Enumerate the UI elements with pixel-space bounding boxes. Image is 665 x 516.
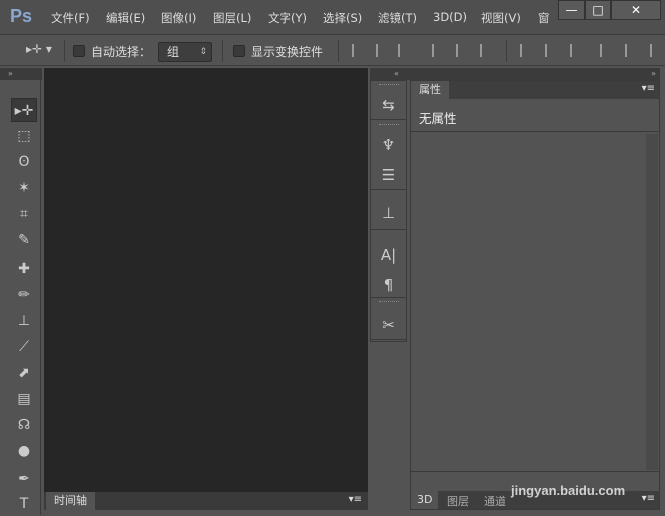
tab-layers[interactable]: 图层 <box>447 493 469 509</box>
collapse-icon: « <box>394 69 399 78</box>
properties-content: 无属性 <box>419 111 457 126</box>
show-transform-checkbox[interactable] <box>233 45 245 57</box>
menu-image[interactable]: 图像(I) <box>161 10 196 26</box>
move-tool-preset-icon[interactable]: ▸✛ ▾ <box>26 42 52 56</box>
menu-layer[interactable]: 图层(L) <box>213 10 251 26</box>
tab-channels[interactable]: 通道 <box>484 493 506 509</box>
maximize-button[interactable]: □ <box>585 0 611 20</box>
menu-select[interactable]: 选择(S) <box>323 10 362 26</box>
tool-7-icon[interactable]: ✏ <box>11 283 37 307</box>
divider <box>506 40 507 62</box>
chevron-updown-icon: ⇕ <box>199 47 207 57</box>
tool-15-icon[interactable]: T <box>11 492 37 516</box>
tab-3d[interactable]: 3D <box>411 491 439 509</box>
brush-presets-icon[interactable]: ♆ <box>371 131 406 159</box>
watermark: jingyan.baidu.com <box>511 483 626 498</box>
tab-properties[interactable]: 属性 <box>411 81 449 99</box>
menu-file[interactable]: 文件(F) <box>51 10 90 26</box>
character-icon[interactable]: A| <box>371 241 406 269</box>
tool-3-icon[interactable]: ✶ <box>11 176 37 200</box>
align-top-icon[interactable] <box>352 44 364 57</box>
tool-9-icon[interactable]: ⟋ <box>11 335 37 359</box>
auto-select-label: 自动选择： <box>91 45 152 59</box>
distribute-hcenter-icon[interactable] <box>625 44 637 57</box>
divider <box>371 119 406 120</box>
divider <box>371 339 406 340</box>
divider <box>411 131 659 132</box>
menu-3d[interactable]: 3D(D) <box>433 10 467 24</box>
align-right-icon[interactable] <box>480 44 492 57</box>
tool-8-icon[interactable]: ⊥ <box>11 309 37 333</box>
divider <box>222 40 223 62</box>
panel-grip[interactable] <box>379 84 399 87</box>
align-hcenter-icon[interactable] <box>456 44 468 57</box>
tool-12-icon[interactable]: ☊ <box>11 413 37 437</box>
document-area[interactable] <box>44 68 368 492</box>
tool-0-icon[interactable]: ▸✛ <box>11 98 37 122</box>
panel-menu-icon[interactable]: ▾≡ <box>349 494 362 505</box>
properties-panel: 属性 ▾≡ 无属性 3D 图层 通道 ▾≡ jingyan.baidu.com <box>410 80 660 510</box>
align-bottom-icon[interactable] <box>398 44 410 57</box>
minimize-button[interactable]: — <box>558 0 585 20</box>
menu-edit[interactable]: 编辑(E) <box>106 10 145 26</box>
align-left-icon[interactable] <box>432 44 444 57</box>
panels-collapse-bar[interactable]: «» <box>370 68 660 80</box>
tool-4-icon[interactable]: ⌗ <box>11 202 37 226</box>
tools-panel: ▸✛ ⬚ ʘ ✶ ⌗ ✎ ✚ ✏ ⊥ ⟋ ⬈ ▤ ☊ ● ✒ T <box>8 80 41 515</box>
panel-icon-strip: ⇆ ♆ ☰ ⊥ A| ¶ ✂ <box>370 80 407 342</box>
auto-select-dropdown[interactable]: 组 ⇕ <box>158 42 212 62</box>
divider <box>64 40 65 62</box>
panel-menu-icon[interactable]: ▾≡ <box>642 493 655 504</box>
tool-1-icon[interactable]: ⬚ <box>11 124 37 148</box>
menu-window[interactable]: 窗 <box>538 10 550 26</box>
menu-type[interactable]: 文字(Y) <box>268 10 307 26</box>
auto-select-checkbox[interactable] <box>73 45 85 57</box>
tab-timeline[interactable]: 时间轴 <box>46 492 95 510</box>
distribute-right-icon[interactable] <box>650 44 662 57</box>
panel-grip[interactable] <box>379 124 399 127</box>
divider <box>371 189 406 190</box>
distribute-bottom-icon[interactable] <box>570 44 582 57</box>
tools-collapse-bar[interactable]: » <box>0 68 42 80</box>
tool-5-icon[interactable]: ✎ <box>11 228 37 252</box>
adjustments-icon[interactable]: ☰ <box>371 161 406 189</box>
distribute-vcenter-icon[interactable] <box>545 44 557 57</box>
divider <box>338 40 339 62</box>
menu-view[interactable]: 视图(V) <box>481 10 521 26</box>
panel-menu-icon[interactable]: ▾≡ <box>642 83 655 94</box>
dropdown-value: 组 <box>167 45 180 59</box>
timeline-panel: 时间轴 ▾≡ <box>44 492 368 510</box>
panel-grip[interactable] <box>379 301 399 304</box>
tool-presets-icon[interactable]: ✂ <box>371 311 406 339</box>
expand-icon: » <box>8 69 13 78</box>
distribute-top-icon[interactable] <box>520 44 532 57</box>
align-vcenter-icon[interactable] <box>376 44 388 57</box>
close-button[interactable]: ✕ <box>611 0 661 20</box>
divider <box>371 229 406 230</box>
tool-13-icon[interactable]: ● <box>11 439 37 463</box>
tool-11-icon[interactable]: ▤ <box>11 387 37 411</box>
tool-6-icon[interactable]: ✚ <box>11 257 37 281</box>
history-icon[interactable]: ⇆ <box>371 91 406 119</box>
scrollbar[interactable] <box>646 134 658 470</box>
show-transform-label: 显示变换控件 <box>251 45 324 59</box>
expand-icon: » <box>651 69 656 78</box>
menu-bar: Ps 文件(F) 编辑(E) 图像(I) 图层(L) 文字(Y) 选择(S) 滤… <box>0 0 665 34</box>
options-bar: ▸✛ ▾ 自动选择： 组 ⇕ 显示变换控件 <box>0 34 665 66</box>
photoshop-logo: Ps <box>10 6 33 26</box>
tool-14-icon[interactable]: ✒ <box>11 467 37 491</box>
clone-source-icon[interactable]: ⊥ <box>371 199 406 227</box>
distribute-left-icon[interactable] <box>600 44 612 57</box>
tool-10-icon[interactable]: ⬈ <box>11 361 37 385</box>
paragraph-icon[interactable]: ¶ <box>371 271 406 299</box>
menu-filter[interactable]: 滤镜(T) <box>378 10 417 26</box>
divider <box>411 471 659 472</box>
tool-2-icon[interactable]: ʘ <box>11 150 37 174</box>
